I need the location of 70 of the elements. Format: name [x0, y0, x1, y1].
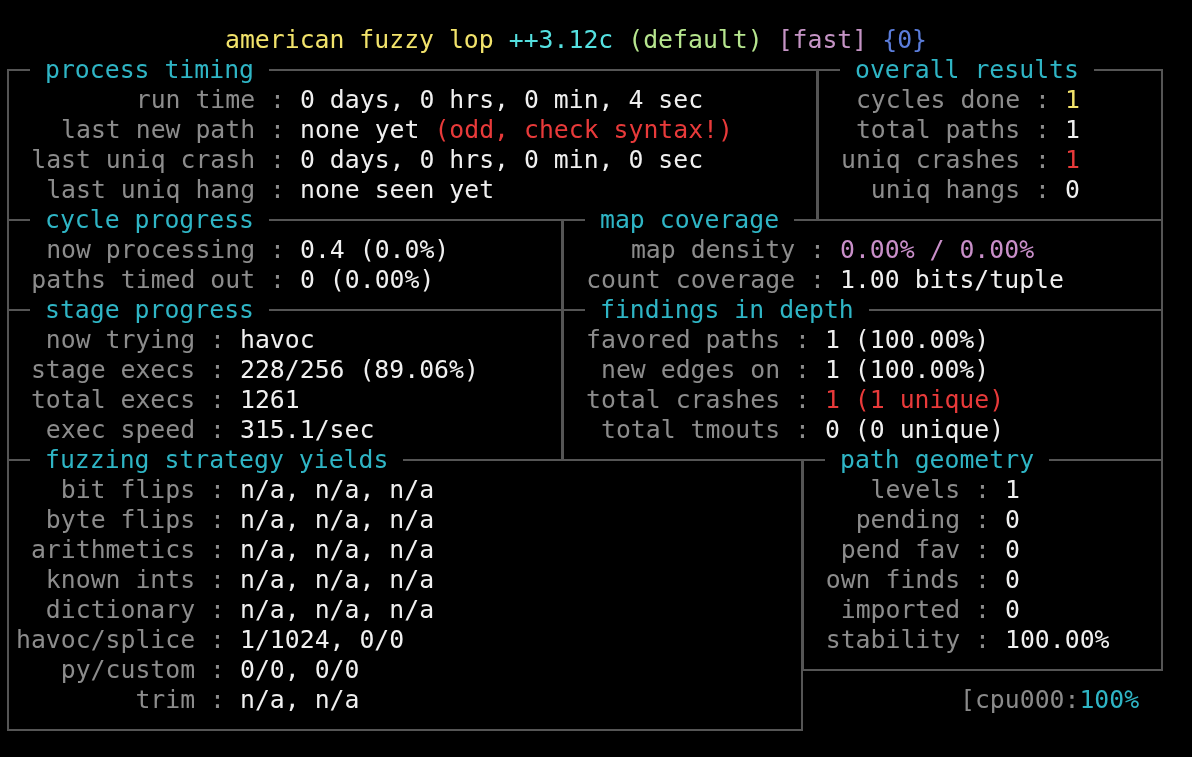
- stat-value: none yet (odd, check syntax!): [300, 115, 733, 145]
- stat-label: own finds :: [824, 565, 990, 595]
- stat-value: 0: [1065, 175, 1080, 205]
- stat-label: bit flips :: [59, 475, 225, 505]
- stat-value: 0/0, 0/0: [240, 655, 360, 685]
- stat-label: last uniq hang :: [45, 175, 285, 205]
- stat-label: total tmouts :: [600, 415, 810, 445]
- stat-label: last uniq crash :: [30, 145, 285, 175]
- stat-value: 1261: [240, 385, 300, 415]
- stat-value: 228/256 (89.06%): [240, 355, 479, 385]
- stat-label: arithmetics :: [29, 535, 225, 565]
- stat-value: 1: [1065, 85, 1080, 115]
- stat-label: total execs :: [29, 385, 225, 415]
- stat-label: exec speed :: [44, 415, 225, 445]
- stat-value: none seen yet: [300, 175, 495, 205]
- stat-value: 100.00%: [1005, 625, 1110, 655]
- stat-value: n/a, n/a, n/a: [240, 535, 435, 565]
- stat-value: 1/1024, 0/0: [240, 625, 405, 655]
- stat-value: 0 days, 0 hrs, 0 min, 4 sec: [300, 85, 704, 115]
- stat-label: uniq crashes :: [840, 145, 1050, 175]
- stat-label: run time :: [134, 85, 285, 115]
- stat-label: imported :: [839, 595, 990, 625]
- stat-value: 1: [1065, 115, 1080, 145]
- stat-label: dictionary :: [44, 595, 225, 625]
- stat-label: pending :: [854, 505, 990, 535]
- stat-value: 1 (1 unique): [825, 385, 1005, 415]
- stat-label: new edges on :: [600, 355, 810, 385]
- stat-value: 0: [1005, 565, 1020, 595]
- stat-label: levels :: [869, 475, 990, 505]
- stat-value: n/a, n/a, n/a: [240, 565, 435, 595]
- stat-label: pend fav :: [839, 535, 990, 565]
- stat-label: paths timed out :: [30, 265, 285, 295]
- stat-label: favored paths :: [585, 325, 810, 355]
- stat-label: py/custom :: [59, 655, 225, 685]
- stat-value: 0.00% / 0.00%: [840, 235, 1035, 265]
- stat-value: 1 (100.00%): [825, 325, 990, 355]
- stat-label: now processing :: [45, 235, 285, 265]
- stat-value: 1 (100.00%): [825, 355, 990, 385]
- stat-label: now trying :: [44, 325, 225, 355]
- stat-value: 0 (0 unique): [825, 415, 1005, 445]
- app-title: american fuzzy lop ++3.12c (default) [fast] {0}: [225, 25, 927, 55]
- cpu-usage: [cpu000:100%: [960, 685, 1141, 715]
- stat-value: n/a, n/a: [240, 685, 360, 715]
- stat-value: n/a, n/a, n/a: [240, 475, 435, 505]
- stat-value: 0: [1005, 505, 1020, 535]
- stat-value: 0: [1005, 535, 1020, 565]
- stat-label: havoc/splice :: [15, 625, 225, 655]
- stat-value: 0.4 (0.0%): [300, 235, 450, 265]
- stat-label: total crashes :: [585, 385, 810, 415]
- stat-label: stage execs :: [29, 355, 225, 385]
- stat-label: count coverage :: [585, 265, 825, 295]
- stat-value: 0: [1005, 595, 1020, 625]
- stat-value: n/a, n/a, n/a: [240, 595, 435, 625]
- stat-value: 315.1/sec: [240, 415, 375, 445]
- stat-value: havoc: [240, 325, 315, 355]
- stat-label: byte flips :: [44, 505, 225, 535]
- stat-label: stability :: [824, 625, 990, 655]
- stat-value: 1.00 bits/tuple: [840, 265, 1064, 295]
- stat-label: total paths :: [854, 115, 1050, 145]
- stat-value: 1: [1065, 145, 1080, 175]
- stat-label: known ints :: [44, 565, 225, 595]
- stat-value: 0 days, 0 hrs, 0 min, 0 sec: [300, 145, 704, 175]
- stat-label: trim :: [134, 685, 225, 715]
- stat-label: cycles done :: [854, 85, 1050, 115]
- stat-label: last new path :: [60, 115, 285, 145]
- stat-label: map density :: [629, 235, 825, 265]
- stat-value: 1: [1005, 475, 1020, 505]
- stat-label: uniq hangs :: [869, 175, 1050, 205]
- stat-value: n/a, n/a, n/a: [240, 505, 435, 535]
- stat-value: 0 (0.00%): [300, 265, 435, 295]
